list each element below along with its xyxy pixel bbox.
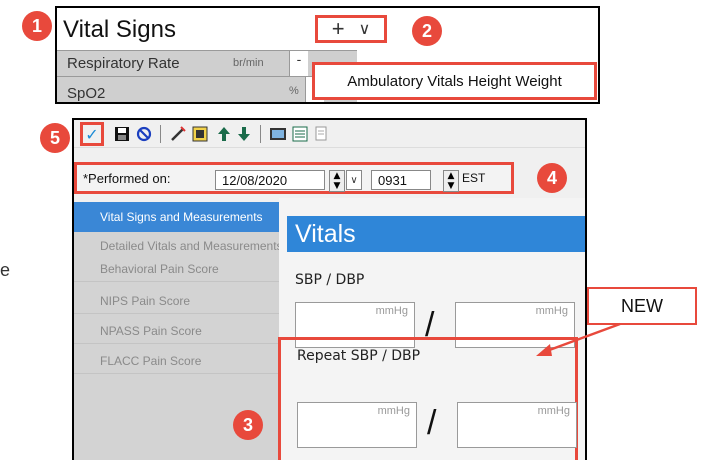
callout-1: 1 — [22, 11, 52, 41]
pencil-icon[interactable] — [168, 124, 188, 144]
chevron-down-icon: ∨ — [358, 21, 371, 38]
sidebar-item-nips-pain[interactable]: NIPS Pain Score — [74, 288, 279, 314]
slash-separator: / — [427, 404, 437, 442]
date-dropdown-button[interactable]: ∨ — [346, 170, 362, 190]
sign-check-icon[interactable]: ✓ — [80, 122, 104, 146]
vital-signs-title: Vital Signs — [63, 16, 176, 43]
cancel-icon[interactable] — [134, 124, 154, 144]
timezone-label: EST — [462, 171, 486, 185]
unit-label: mmHg — [535, 305, 568, 317]
time-spinner[interactable]: ▲ ▼ — [443, 170, 459, 192]
keyboard-icon[interactable] — [268, 124, 288, 144]
new-arrow-icon — [536, 322, 621, 356]
unit-label: mmHg — [537, 405, 570, 417]
performed-on-row: *Performed on: 12/08/2020 ▲ ▼ ∨ 0931 ▲ ▼ E… — [74, 162, 514, 194]
sidebar-item-npass-pain[interactable]: NPASS Pain Score — [74, 318, 279, 344]
performed-on-label: *Performed on: — [83, 171, 171, 186]
unit-label: mmHg — [375, 305, 408, 317]
unit-label: mmHg — [377, 405, 410, 417]
repeat-sbp-input[interactable]: mmHg — [297, 402, 417, 448]
toolbar: ✓ — [74, 120, 585, 148]
row-value[interactable]: - — [289, 51, 308, 77]
performed-time-input[interactable]: 0931 — [371, 170, 431, 190]
sidebar-item-detailed-vitals[interactable]: Detailed Vitals and Measurements — [74, 236, 279, 256]
performed-date-input[interactable]: 12/08/2020 — [215, 170, 325, 190]
row-unit: % — [289, 85, 299, 97]
row-label: Respiratory Rate — [67, 55, 180, 72]
save-icon[interactable] — [112, 124, 132, 144]
repeat-sbp-dbp-label: Repeat SBP / DBP — [297, 348, 421, 364]
print-preview-icon[interactable] — [312, 124, 332, 144]
sidebar-item-vital-signs[interactable]: Vital Signs and Measurements — [74, 202, 279, 232]
add-dropdown-button[interactable]: + ∨ — [315, 15, 387, 43]
plus-icon: + — [331, 16, 345, 41]
worksheet-icon[interactable] — [290, 124, 310, 144]
callout-4: 4 — [537, 163, 567, 193]
chevron-down-icon: ∨ — [350, 174, 358, 186]
row-label: SpO2 — [67, 85, 106, 102]
callout-3: 3 — [233, 410, 263, 440]
arrow-down-icon[interactable] — [234, 124, 254, 144]
arrow-up-icon[interactable] — [214, 124, 234, 144]
menu-item-ambulatory-vitals[interactable]: Ambulatory Vitals Height Weight — [312, 62, 597, 100]
callout-2: 2 — [412, 16, 442, 46]
document-edit-icon[interactable] — [190, 124, 210, 144]
sbp-dbp-label: SBP / DBP — [295, 272, 365, 288]
callout-5: 5 — [40, 123, 70, 153]
vital-signs-panel: Vital Signs + ∨ Respiratory Rate br/min … — [55, 6, 600, 104]
sidebar-item-behavioral-pain[interactable]: Behavioral Pain Score — [74, 256, 279, 282]
vitals-section-header: Vitals — [287, 216, 585, 252]
row-unit: br/min — [233, 57, 264, 69]
sidebar-item-flacc-pain[interactable]: FLACC Pain Score — [74, 348, 279, 374]
date-spinner[interactable]: ▲ ▼ — [329, 170, 345, 192]
vital-signs-header: Vital Signs + ∨ — [57, 8, 598, 50]
cropped-text-fragment: e — [0, 260, 11, 280]
repeat-dbp-input[interactable]: mmHg — [457, 402, 577, 448]
